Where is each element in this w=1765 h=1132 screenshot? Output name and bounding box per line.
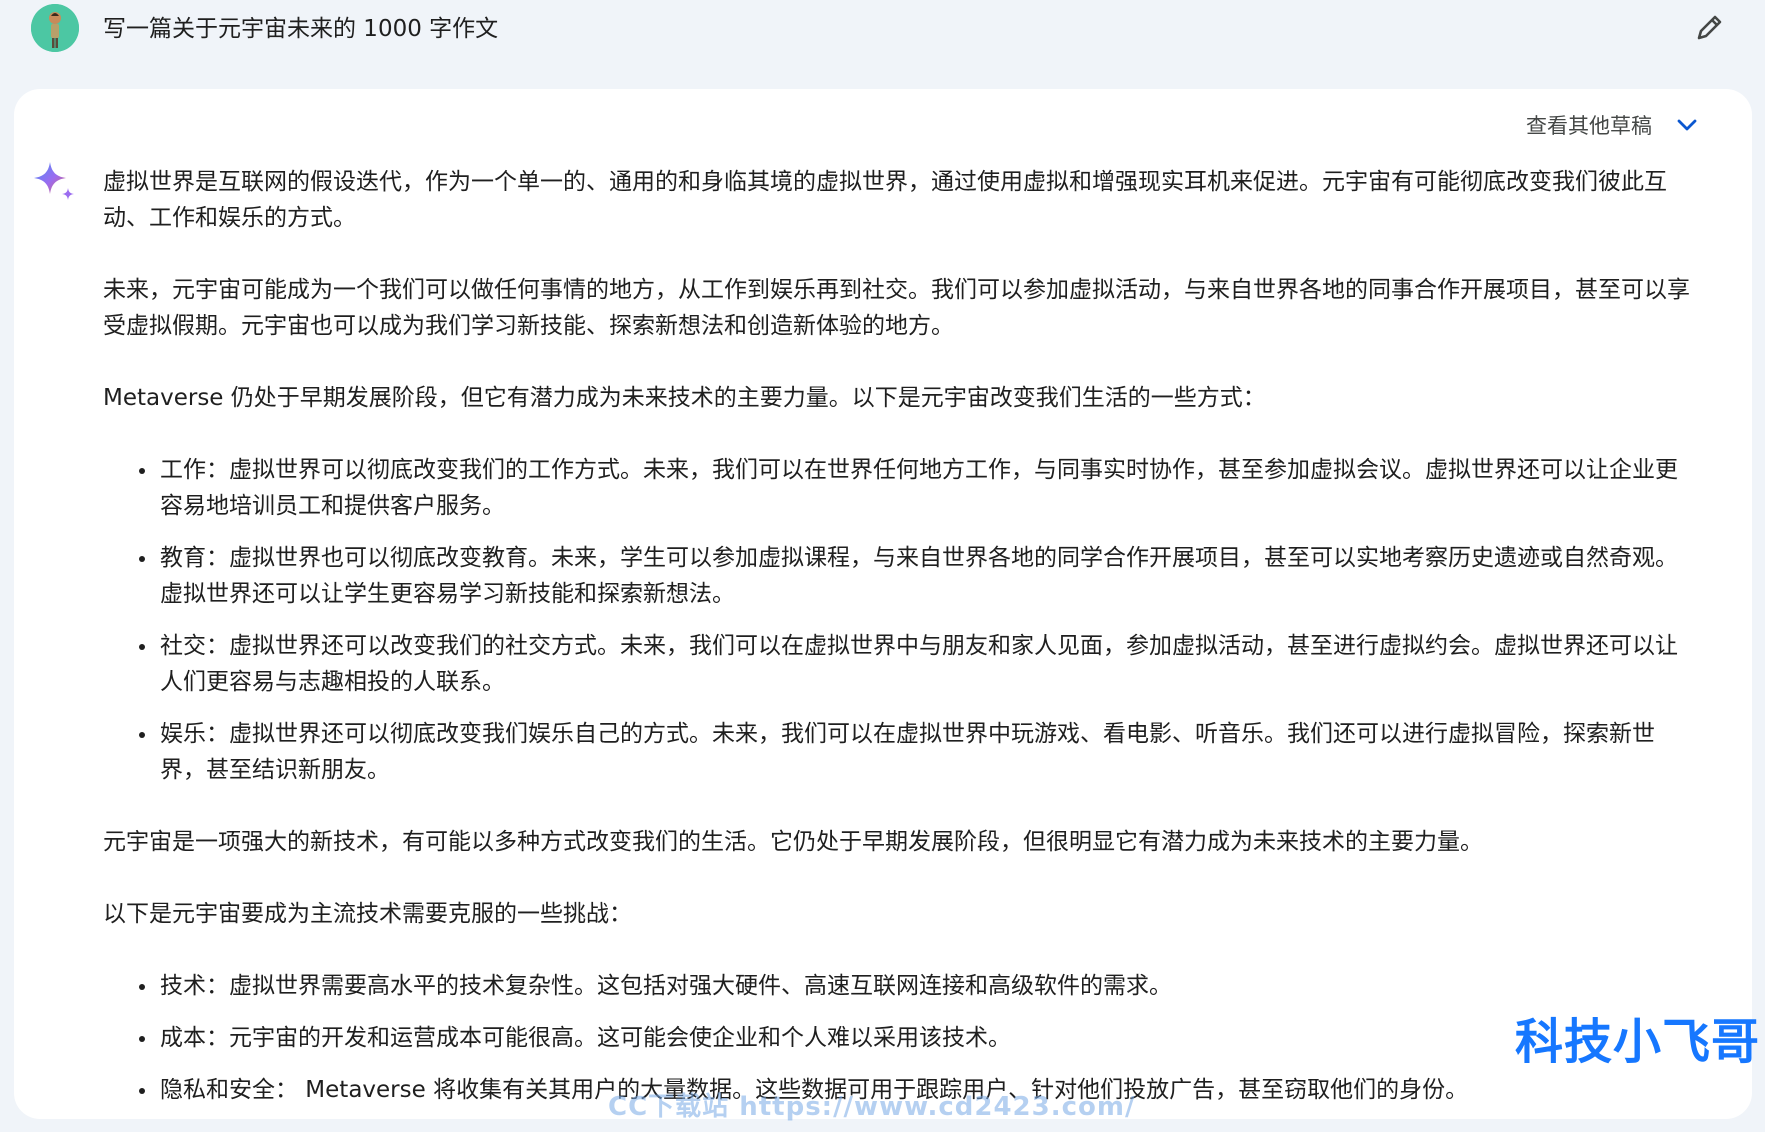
prompt-text: 写一篇关于元宇宙未来的 1000 字作文: [103, 16, 499, 42]
response-paragraph: 以下是元宇宙要成为主流技术需要克服的一些挑战：: [103, 901, 632, 927]
list-item: 工作：虚拟世界可以彻底改变我们的工作方式。未来，我们可以在世界任何地方工作，与同…: [158, 452, 1695, 524]
impact-list: 工作：虚拟世界可以彻底改变我们的工作方式。未来，我们可以在世界任何地方工作，与同…: [103, 452, 1695, 788]
chat-page: 写一篇关于元宇宙未来的 1000 字作文 查看其他草稿 虚拟世界是互联网的假设迭…: [0, 0, 1765, 1132]
watermark: 科技小飞哥: [1515, 1014, 1761, 1070]
view-drafts-label: 查看其他草稿: [1526, 114, 1652, 138]
list-item: 技术：虚拟世界需要高水平的技术复杂性。这包括对强大硬件、高速互联网连接和高级软件…: [158, 968, 1695, 1004]
response-paragraph: 元宇宙是一项强大的新技术，有可能以多种方式改变我们的生活。它仍处于早期发展阶段，…: [103, 829, 1483, 855]
watermark-url: CC下载站 https://www.cd2423.com/: [608, 1092, 1136, 1122]
list-item: 社交：虚拟世界还可以改变我们的社交方式。未来，我们可以在虚拟世界中与朋友和家人见…: [158, 628, 1695, 700]
response-paragraph: 未来，元宇宙可能成为一个我们可以做任何事情的地方，从工作到娱乐再到社交。我们可以…: [103, 277, 1690, 339]
list-item: 成本：元宇宙的开发和运营成本可能很高。这可能会使企业和个人难以采用该技术。: [158, 1020, 1695, 1056]
chevron-down-icon: [1677, 119, 1697, 131]
list-item: 教育：虚拟世界也可以彻底改变教育。未来，学生可以参加虚拟课程，与来自世界各地的同…: [158, 540, 1695, 612]
pencil-icon[interactable]: [1693, 10, 1727, 44]
list-item: 娱乐：虚拟世界还可以彻底改变我们娱乐自己的方式。未来，我们可以在虚拟世界中玩游戏…: [158, 716, 1695, 788]
response-paragraph: 虚拟世界是互联网的假设迭代，作为一个单一的、通用的和身临其境的虚拟世界，通过使用…: [103, 169, 1667, 231]
response-paragraph: Metaverse 仍处于早期发展阶段，但它有潜力成为未来技术的主要力量。以下是…: [103, 385, 1266, 411]
sparkle-icon: [34, 162, 74, 200]
user-prompt-row: 写一篇关于元宇宙未来的 1000 字作文: [0, 0, 1765, 88]
user-avatar[interactable]: [31, 4, 79, 52]
response-content: 虚拟世界是互联网的假设迭代，作为一个单一的、通用的和身临其境的虚拟世界，通过使用…: [103, 164, 1695, 1132]
view-drafts-button[interactable]: 查看其他草稿: [1526, 110, 1700, 140]
